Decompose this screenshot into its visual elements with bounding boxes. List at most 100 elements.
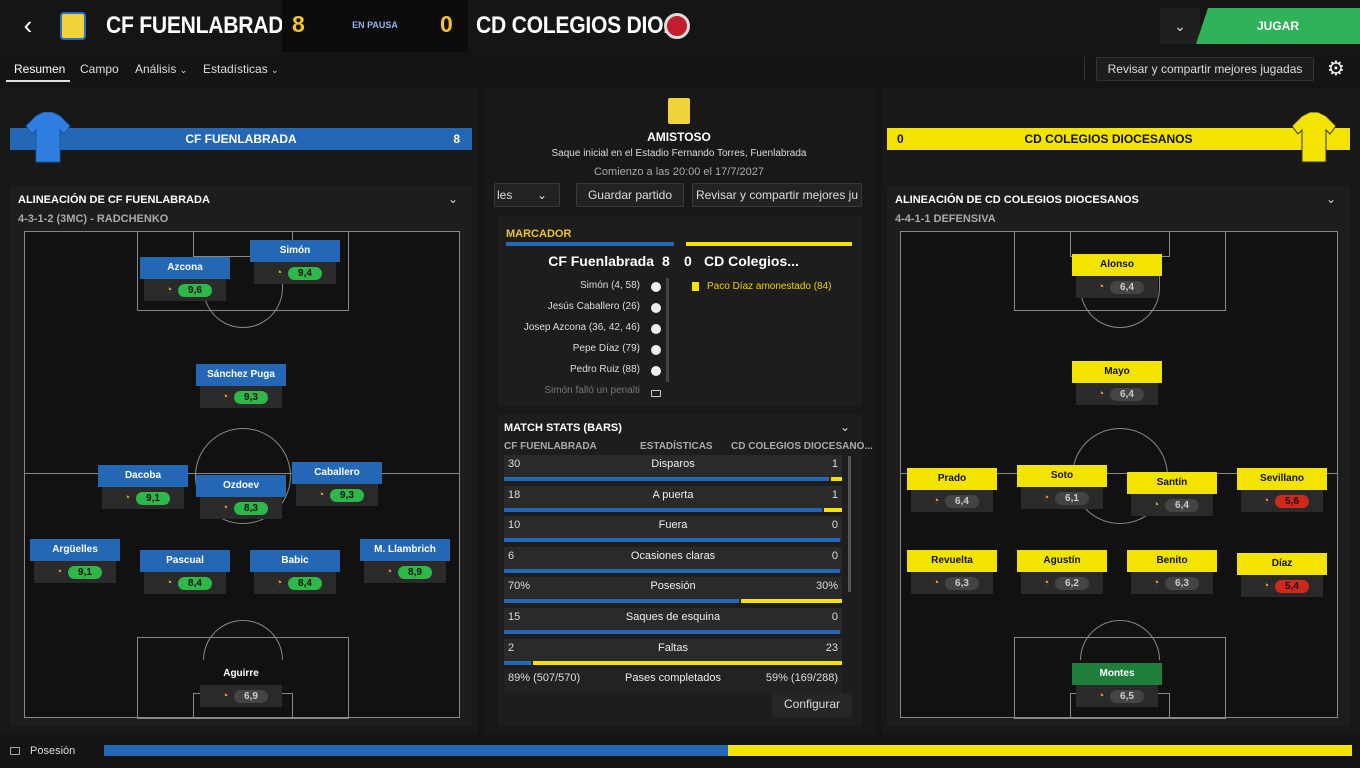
stat-home-bar bbox=[504, 630, 840, 634]
back-arrow-icon[interactable]: ‹ bbox=[14, 12, 42, 40]
player-rating-row: ◔ 9,4 bbox=[254, 262, 336, 284]
player-form-icon: ◔ bbox=[1152, 499, 1160, 511]
player-card[interactable]: Ozdoev ◔ 8,3 bbox=[196, 475, 286, 521]
player-form-icon: ◔ bbox=[275, 577, 283, 589]
player-card[interactable]: Soto ◔ 6,1 bbox=[1017, 465, 1107, 511]
chevron-down-icon[interactable]: ⌄ bbox=[1160, 8, 1200, 44]
player-card[interactable]: Revuelta ◔ 6,3 bbox=[907, 550, 997, 596]
player-name: M. Llambrich bbox=[360, 539, 450, 561]
stat-label: Fuera bbox=[658, 519, 688, 532]
player-card[interactable]: Agustín ◔ 6,2 bbox=[1017, 550, 1107, 596]
player-card[interactable]: Sevillano ◔ 5,6 bbox=[1237, 468, 1327, 514]
player-card[interactable]: Aguirre ◔ 6,9 bbox=[196, 663, 286, 709]
scoreboard-home-goals: 8 bbox=[662, 253, 670, 269]
player-form-icon: ◔ bbox=[1262, 580, 1270, 592]
player-rating-row: ◔ 8,4 bbox=[254, 572, 336, 594]
stat-away-value: 0 bbox=[831, 549, 838, 562]
player-name: Soto bbox=[1017, 465, 1107, 487]
play-button[interactable]: JUGAR bbox=[1196, 8, 1360, 44]
chevron-down-icon: ⌄ bbox=[179, 65, 188, 75]
player-card[interactable]: Simón ◔ 9,4 bbox=[250, 240, 340, 286]
home-color-strip bbox=[506, 242, 674, 246]
player-rating: 9,6 bbox=[178, 284, 212, 297]
player-form-icon: ◔ bbox=[1097, 388, 1105, 400]
stat-row-passes: 89% (507/570) Pases completados 59% (169… bbox=[504, 669, 842, 695]
player-card[interactable]: Benito ◔ 6,3 bbox=[1127, 550, 1217, 596]
player-rating: 6,5 bbox=[1110, 690, 1144, 703]
chevron-down-icon[interactable]: ⌄ bbox=[448, 192, 458, 206]
divider bbox=[1084, 57, 1085, 81]
home-team-bar: CF FUENLABRADA 8 bbox=[10, 128, 472, 150]
player-rating: 9,1 bbox=[68, 566, 102, 579]
player-name: Benito bbox=[1127, 550, 1217, 572]
player-card[interactable]: Prado ◔ 6,4 bbox=[907, 468, 997, 514]
home-event: Simón falló un penalti bbox=[544, 385, 640, 396]
possession-label: Posesión bbox=[30, 745, 76, 757]
player-card[interactable]: Argüelles ◔ 9,1 bbox=[30, 539, 120, 585]
scrollbar[interactable] bbox=[666, 278, 669, 382]
player-card[interactable]: Azcona ◔ 9,6 bbox=[140, 257, 230, 303]
player-rating: 6,1 bbox=[1055, 492, 1089, 505]
player-rating: 8,4 bbox=[288, 577, 322, 590]
player-name: Caballero bbox=[292, 462, 382, 484]
player-card[interactable]: Pascual ◔ 8,4 bbox=[140, 550, 230, 596]
view-dropdown[interactable]: les ⌄ bbox=[494, 183, 560, 207]
home-team-name: CF FUENLABRADA bbox=[106, 12, 299, 39]
stat-label: Posesión bbox=[650, 580, 696, 593]
player-card[interactable]: Alonso ◔ 6,4 bbox=[1072, 254, 1162, 300]
stats-col-mid: ESTADÍSTICAS bbox=[640, 441, 713, 452]
stat-label: Faltas bbox=[658, 641, 688, 654]
chevron-down-icon: ⌄ bbox=[536, 188, 547, 202]
active-tab-indicator bbox=[6, 80, 70, 82]
away-score: 0 bbox=[440, 11, 453, 37]
gear-icon[interactable]: ⚙ bbox=[1324, 57, 1348, 81]
tab-campo[interactable]: Campo bbox=[80, 62, 119, 76]
scoreboard-title: MARCADOR bbox=[506, 228, 572, 240]
stat-row: 30 Disparos 1 bbox=[504, 455, 842, 481]
kickoff-text: Comienzo a las 20:00 el 17/7/2027 bbox=[593, 166, 764, 178]
stats-col-home: CF FUENLABRADA bbox=[504, 441, 597, 452]
scoreboard-away-team: CD Colegios... bbox=[704, 253, 799, 269]
player-card[interactable]: Montes ◔ 6,5 bbox=[1072, 663, 1162, 709]
review-highlights-button[interactable]: Revisar y compartir mejores jugadas bbox=[1096, 57, 1314, 81]
ball-icon bbox=[651, 303, 661, 313]
missed-penalty-icon bbox=[651, 390, 661, 397]
stat-away-bar bbox=[824, 507, 842, 512]
player-name: Sevillano bbox=[1237, 468, 1327, 490]
player-card[interactable]: Santín ◔ 6,4 bbox=[1127, 472, 1217, 518]
ball-icon bbox=[651, 345, 661, 355]
competition-name: AMISTOSO bbox=[647, 130, 711, 144]
player-rating-row: ◔ 6,5 bbox=[1076, 685, 1158, 707]
dropdown-label: les bbox=[497, 188, 513, 202]
player-rating: 6,4 bbox=[945, 495, 979, 508]
tab-resumen[interactable]: Resumen bbox=[14, 62, 65, 76]
player-card[interactable]: M. Llambrich ◔ 8,9 bbox=[360, 539, 450, 585]
player-card[interactable]: Sánchez Puga ◔ 9,3 bbox=[196, 364, 286, 410]
player-form-icon: ◔ bbox=[932, 495, 940, 507]
scoreboard-home-team: CF Fuenlabrada bbox=[548, 253, 654, 269]
stat-home-bar bbox=[504, 477, 830, 481]
tab-estadisticas[interactable]: Estadísticas ⌄ bbox=[203, 62, 279, 76]
player-card[interactable]: Caballero ◔ 9,3 bbox=[292, 462, 382, 508]
player-name: Argüelles bbox=[30, 539, 120, 561]
player-form-icon: ◔ bbox=[932, 577, 940, 589]
player-name: Ozdoev bbox=[196, 475, 286, 497]
save-match-button[interactable]: Guardar partido bbox=[576, 183, 684, 207]
player-card[interactable]: Babic ◔ 8,4 bbox=[250, 550, 340, 596]
player-name: Montes bbox=[1072, 663, 1162, 685]
possession-home-fill bbox=[104, 745, 728, 756]
scrollbar[interactable] bbox=[848, 456, 851, 592]
configure-button[interactable]: Configurar bbox=[772, 693, 852, 717]
player-card[interactable]: Díaz ◔ 5,4 bbox=[1237, 553, 1327, 599]
away-team-bar: 0 CD COLEGIOS DIOCESANOS bbox=[887, 128, 1350, 150]
player-name: Díaz bbox=[1237, 553, 1327, 575]
chevron-down-icon[interactable]: ⌄ bbox=[1326, 192, 1336, 206]
chevron-down-icon[interactable]: ⌄ bbox=[840, 420, 850, 434]
player-card[interactable]: Mayo ◔ 6,4 bbox=[1072, 361, 1162, 407]
player-card[interactable]: Dacoba ◔ 9,1 bbox=[98, 465, 188, 511]
player-rating-row: ◔ 6,4 bbox=[1076, 383, 1158, 405]
tab-analisis[interactable]: Análisis ⌄ bbox=[135, 62, 187, 76]
player-form-icon: ◔ bbox=[1152, 577, 1160, 589]
review-highlights-button[interactable]: Revisar y compartir mejores ju bbox=[692, 183, 862, 207]
home-bar-name: CF FUENLABRADA bbox=[185, 132, 297, 146]
